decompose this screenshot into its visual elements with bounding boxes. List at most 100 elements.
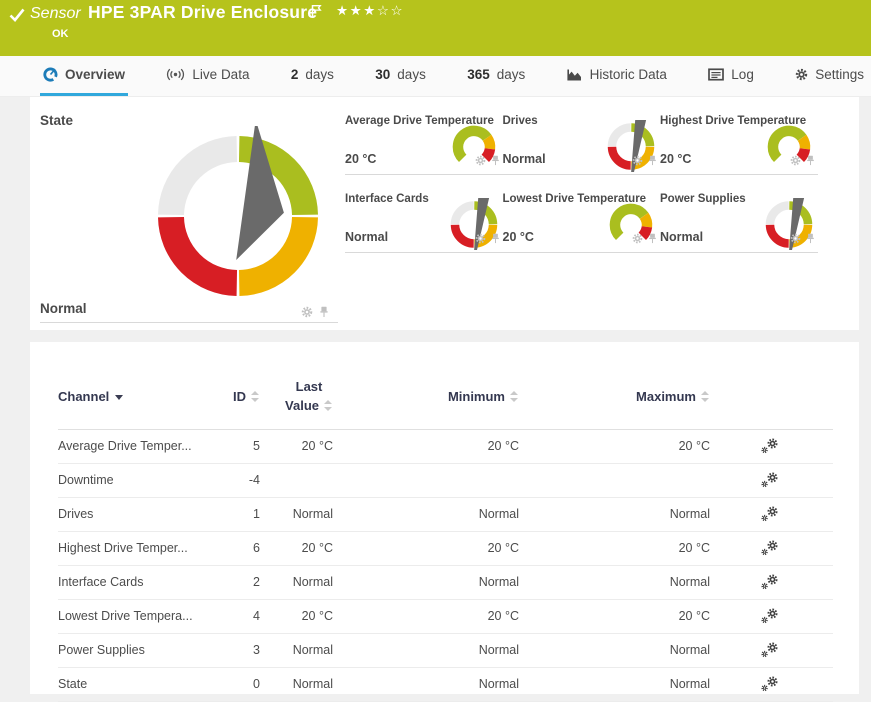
gear-icon[interactable] — [475, 231, 486, 249]
cell-minimum: Normal — [333, 575, 519, 589]
pin-icon[interactable] — [647, 153, 658, 171]
cell-last-value: Normal — [260, 677, 333, 691]
channel-mini-gauges: Average Drive Temperature20 °CDrivesNorm… — [345, 110, 818, 253]
tab-overview[interactable]: Overview — [40, 56, 128, 96]
cell-maximum: 20 °C — [519, 439, 710, 453]
mini-panel-average-drive-temperature[interactable]: Average Drive Temperature20 °C — [345, 110, 503, 175]
column-header-minimum[interactable]: Minimum — [333, 389, 519, 404]
channel-settings-gears-icon[interactable] — [760, 471, 780, 489]
priority-star-rating[interactable]: ★★★☆☆ — [336, 3, 404, 19]
star-filled-icon[interactable]: ★ — [363, 3, 377, 19]
mini-panel-icons — [632, 231, 658, 249]
channel-value: Normal — [660, 230, 703, 244]
priority-flag-icon[interactable] — [311, 4, 322, 22]
channel-settings-gears-icon[interactable] — [760, 505, 780, 523]
gear-icon[interactable] — [632, 231, 643, 249]
cell-channel: Drives — [58, 507, 208, 521]
pin-icon[interactable] — [490, 231, 501, 249]
table-row: Highest Drive Temper...620 °C20 °C20 °C — [58, 532, 833, 566]
gear-icon[interactable] — [790, 153, 801, 171]
table-row: Drives1NormalNormalNormal — [58, 498, 833, 532]
pin-icon[interactable] — [318, 305, 330, 323]
channel-settings-gears-icon[interactable] — [760, 607, 780, 625]
tab-label: days — [497, 67, 526, 82]
cell-id: 3 — [208, 643, 260, 657]
pin-icon[interactable] — [805, 153, 816, 171]
channel-value: 20 °C — [503, 230, 534, 244]
gear-icon[interactable] — [790, 231, 801, 249]
divider — [40, 322, 338, 323]
tab-label: Live Data — [192, 67, 249, 82]
sort-icon — [510, 391, 519, 402]
cell-id: 6 — [208, 541, 260, 555]
gear-icon[interactable] — [301, 305, 313, 323]
mini-panel-power-supplies[interactable]: Power SuppliesNormal — [660, 188, 818, 253]
tab-365-days[interactable]: 365days — [464, 56, 528, 96]
tab-log[interactable]: Log — [705, 56, 757, 96]
star-filled-icon[interactable]: ★ — [336, 3, 350, 19]
star-empty-icon[interactable]: ☆ — [390, 3, 404, 19]
mini-panel-lowest-drive-temperature[interactable]: Lowest Drive Temperature20 °C — [503, 188, 661, 253]
sort-icon — [324, 400, 333, 411]
column-header-last-value[interactable]: Last Value — [260, 378, 333, 416]
cell-channel: Interface Cards — [58, 575, 208, 589]
state-panel-icons — [301, 305, 330, 323]
channel-table-body: Average Drive Temper...520 °C20 °C20 °CD… — [58, 430, 833, 702]
pin-icon[interactable] — [647, 231, 658, 249]
channel-settings-gears-icon[interactable] — [760, 641, 780, 659]
tab-settings[interactable]: Settings — [792, 56, 867, 96]
tab-historic-data[interactable]: Historic Data — [564, 56, 670, 96]
column-header-maximum[interactable]: Maximum — [519, 389, 710, 404]
tab-label: Historic Data — [590, 67, 667, 82]
channel-table-panel: Channel ID Last Value Minimum Maximum Av… — [30, 342, 859, 694]
tab-label: days — [397, 67, 426, 82]
mini-panel-icons — [790, 153, 816, 171]
tab-live-data[interactable]: Live Data — [163, 56, 252, 96]
cell-maximum: 20 °C — [519, 541, 710, 555]
cell-id: 5 — [208, 439, 260, 453]
cell-id: -4 — [208, 473, 260, 487]
pin-icon[interactable] — [805, 231, 816, 249]
cell-minimum: Normal — [333, 507, 519, 521]
object-kind-label: Sensor — [30, 5, 81, 23]
column-header-id[interactable]: ID — [208, 389, 260, 404]
channel-settings-gears-icon[interactable] — [760, 437, 780, 455]
cell-minimum: Normal — [333, 677, 519, 691]
tab-30-days[interactable]: 30days — [372, 56, 429, 96]
cell-id: 0 — [208, 677, 260, 691]
gear-icon[interactable] — [632, 153, 643, 171]
cell-last-value: Normal — [260, 643, 333, 657]
sensor-title: HPE 3PAR Drive Enclosure — [88, 2, 317, 23]
cell-last-value: Normal — [260, 575, 333, 589]
star-filled-icon[interactable]: ★ — [350, 3, 364, 19]
column-header-channel[interactable]: Channel — [58, 389, 208, 404]
tab-label: Log — [731, 67, 754, 82]
cell-maximum: 20 °C — [519, 609, 710, 623]
channel-settings-gears-icon[interactable] — [760, 573, 780, 591]
tab-2-days[interactable]: 2days — [288, 56, 337, 96]
cell-last-value: 20 °C — [260, 541, 333, 555]
ok-check-icon — [9, 8, 25, 27]
mini-panel-icons — [632, 153, 658, 171]
tab-bar: Overview Live Data 2days 30days 365days Histo… — [0, 56, 871, 97]
mini-panel-interface-cards[interactable]: Interface CardsNormal — [345, 188, 503, 253]
state-gauge[interactable] — [148, 126, 328, 306]
mini-panel-drives[interactable]: DrivesNormal — [503, 110, 661, 175]
table-row: State0NormalNormalNormal — [58, 668, 833, 702]
cell-channel: Downtime — [58, 473, 208, 487]
channel-settings-gears-icon[interactable] — [760, 539, 780, 557]
star-empty-icon[interactable]: ☆ — [377, 3, 391, 19]
tab-label: days — [305, 67, 334, 82]
cell-maximum: Normal — [519, 643, 710, 657]
pin-icon[interactable] — [490, 153, 501, 171]
cell-maximum: Normal — [519, 507, 710, 521]
gear-icon[interactable] — [475, 153, 486, 171]
mini-panel-highest-drive-temperature[interactable]: Highest Drive Temperature20 °C — [660, 110, 818, 175]
cell-last-value: 20 °C — [260, 609, 333, 623]
cell-id: 1 — [208, 507, 260, 521]
gauge-icon — [43, 67, 58, 82]
prtg-sensor-page: { "header": { "kind": "Sensor", "title":… — [0, 0, 871, 694]
cell-channel: Lowest Drive Tempera... — [58, 609, 208, 623]
table-row: Downtime-4 — [58, 464, 833, 498]
channel-settings-gears-icon[interactable] — [760, 675, 780, 693]
